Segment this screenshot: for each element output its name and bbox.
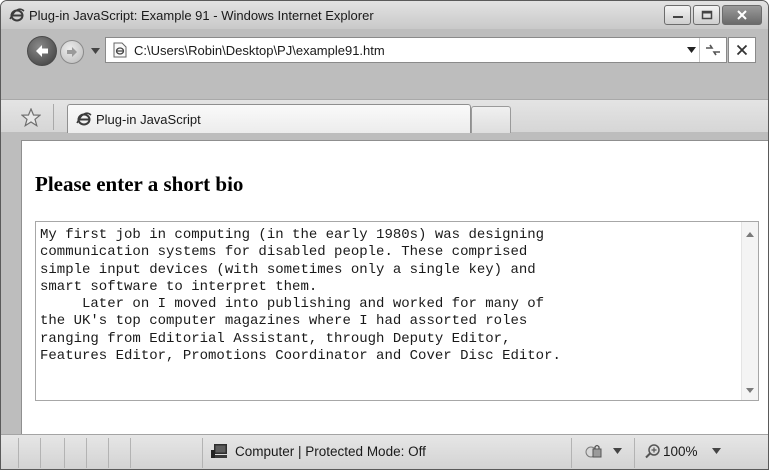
close-button[interactable] xyxy=(722,5,762,25)
ie-logo-icon xyxy=(9,7,25,23)
star-icon xyxy=(21,107,41,127)
page-heading: Please enter a short bio xyxy=(35,172,244,196)
tab-plugin-javascript[interactable]: Plug-in JavaScript xyxy=(67,104,471,133)
security-settings-button[interactable] xyxy=(585,443,622,459)
address-bar[interactable]: C:\Users\Robin\Desktop\PJ\example91.htm xyxy=(105,37,727,63)
chevron-down-icon xyxy=(90,48,100,54)
status-cell xyxy=(109,438,131,468)
zoom-level: 100% xyxy=(663,443,698,459)
bio-text[interactable]: My first job in computing (in the early … xyxy=(40,227,730,397)
forward-arrow-icon xyxy=(67,47,77,57)
close-icon xyxy=(737,10,747,20)
chevron-down-icon xyxy=(686,47,696,53)
new-tab-button[interactable] xyxy=(471,106,511,133)
refresh-icon xyxy=(706,44,720,56)
page-content: Please enter a short bio My first job in… xyxy=(21,140,768,434)
window-controls xyxy=(664,5,762,25)
forward-button[interactable] xyxy=(60,40,84,64)
page-icon xyxy=(112,42,128,58)
zoom-button[interactable]: 100% xyxy=(645,443,721,459)
status-cell xyxy=(87,438,109,468)
ie-logo-icon xyxy=(76,111,92,127)
back-button[interactable] xyxy=(27,36,57,66)
computer-zone-icon xyxy=(211,443,229,459)
window-title: Plug-in JavaScript: Example 91 - Windows… xyxy=(29,7,374,23)
status-cell xyxy=(19,438,41,468)
status-cell xyxy=(131,438,203,468)
textarea-scrollbar[interactable] xyxy=(741,222,758,400)
chevron-down-icon xyxy=(746,387,754,393)
minimize-button[interactable] xyxy=(664,5,691,25)
back-arrow-icon xyxy=(36,45,48,57)
security-icon xyxy=(585,444,602,458)
security-zone[interactable]: Computer | Protected Mode: Off xyxy=(211,443,426,459)
maximize-button[interactable] xyxy=(693,5,720,25)
maximize-icon xyxy=(701,10,712,20)
navigation-bar: C:\Users\Robin\Desktop\PJ\example91.htm xyxy=(1,31,768,69)
tab-bar: Plug-in JavaScript xyxy=(1,99,768,133)
address-url[interactable]: C:\Users\Robin\Desktop\PJ\example91.htm xyxy=(134,43,683,58)
close-icon xyxy=(736,44,748,56)
status-cell xyxy=(41,438,65,468)
scroll-up-button[interactable] xyxy=(742,226,758,242)
title-bar: Plug-in JavaScript: Example 91 - Windows… xyxy=(1,1,768,29)
tab-separator xyxy=(53,104,54,130)
magnifier-icon xyxy=(645,444,660,459)
scroll-down-button[interactable] xyxy=(742,382,758,398)
refresh-button[interactable] xyxy=(700,38,726,62)
recent-pages-dropdown[interactable] xyxy=(89,44,101,58)
status-cell xyxy=(634,438,635,468)
chevron-down-icon xyxy=(711,448,721,454)
browser-window: Plug-in JavaScript: Example 91 - Windows… xyxy=(0,0,769,470)
chevron-up-icon xyxy=(746,231,754,237)
favorites-button[interactable] xyxy=(21,107,41,127)
chevron-down-icon xyxy=(613,448,622,454)
stop-button[interactable] xyxy=(728,37,756,63)
status-cell xyxy=(1,438,19,468)
security-zone-label: Computer | Protected Mode: Off xyxy=(235,443,426,459)
status-bar: Computer | Protected Mode: Off 100% xyxy=(1,434,768,469)
bio-textarea[interactable]: My first job in computing (in the early … xyxy=(35,221,759,401)
address-dropdown[interactable] xyxy=(683,38,699,62)
status-cell xyxy=(65,438,87,468)
minimize-icon xyxy=(672,16,683,18)
tab-label: Plug-in JavaScript xyxy=(96,111,201,127)
status-cell xyxy=(571,438,572,468)
